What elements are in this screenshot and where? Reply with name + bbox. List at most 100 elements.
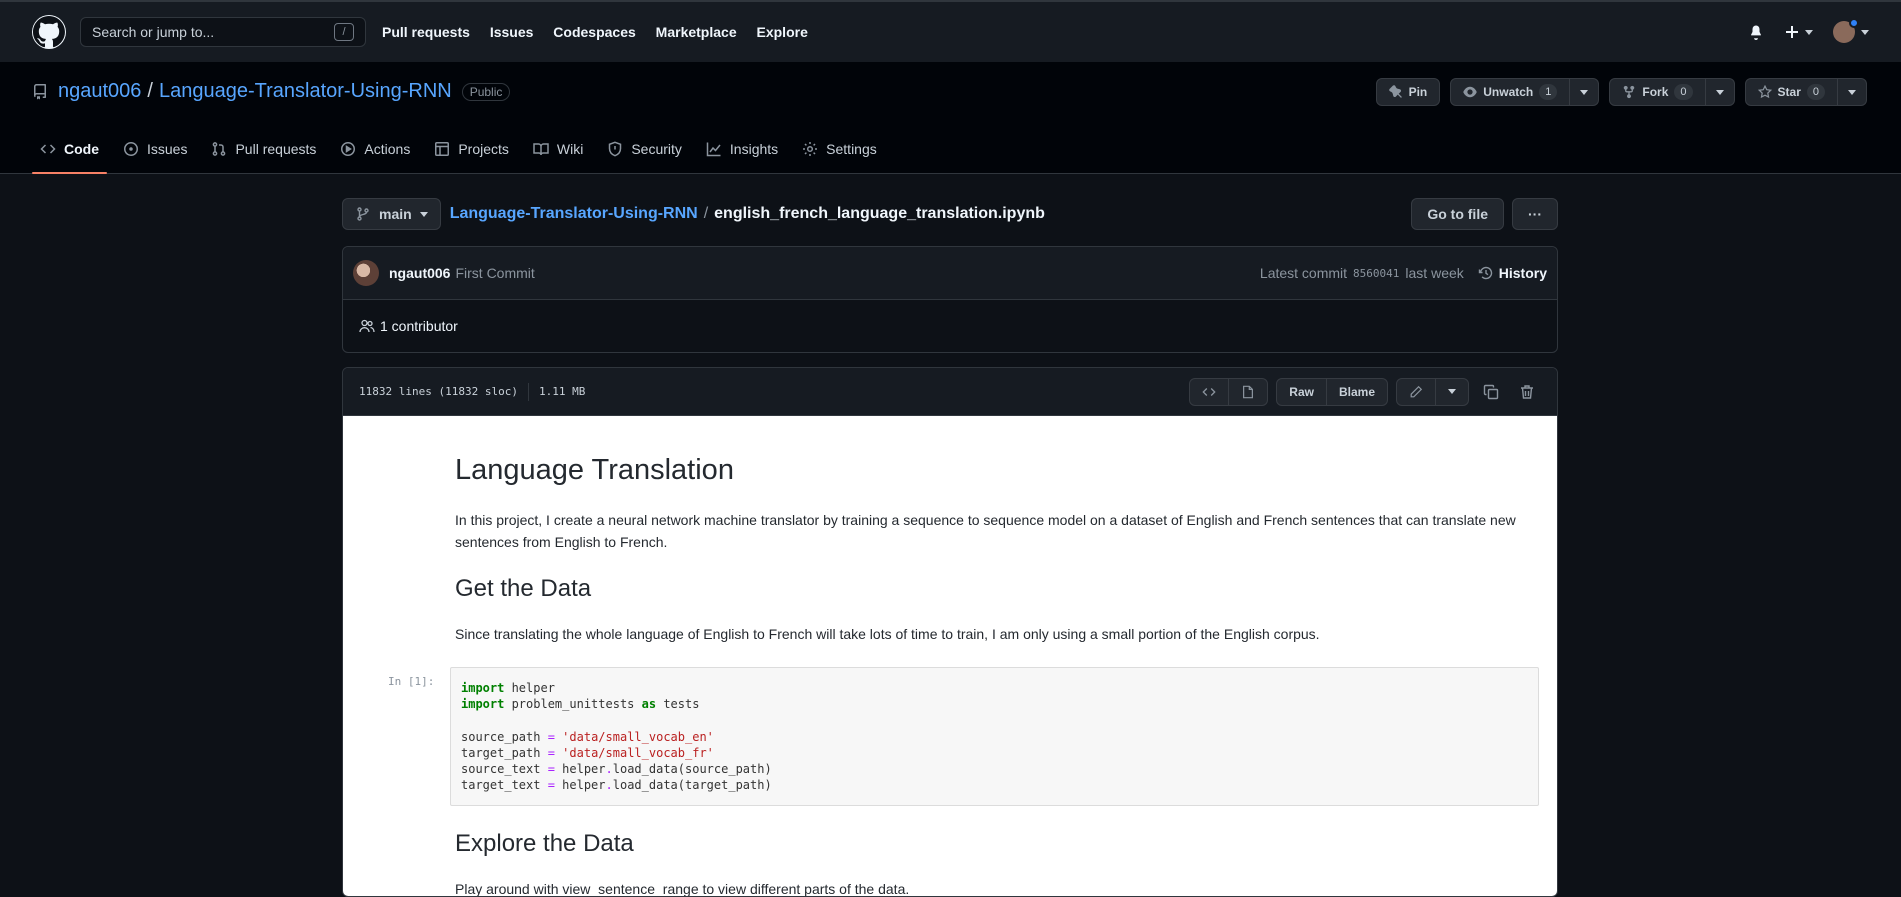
- tab-actions[interactable]: Actions: [332, 125, 418, 173]
- blame-button[interactable]: Blame: [1326, 377, 1388, 406]
- watch-dropdown-button[interactable]: [1570, 78, 1600, 106]
- commit-time: last week: [1405, 265, 1464, 281]
- notebook-content: Language Translation In this project, I …: [388, 454, 1539, 896]
- branch-select-button[interactable]: main: [342, 198, 441, 230]
- star-icon: [1757, 85, 1772, 99]
- tab-issues[interactable]: Issues: [115, 125, 195, 173]
- tab-insights[interactable]: Insights: [698, 125, 786, 173]
- file-icon: [1243, 385, 1254, 398]
- header-actions: [1748, 18, 1869, 43]
- tab-label: Issues: [147, 141, 188, 157]
- tab-label: Code: [64, 141, 99, 157]
- fork-label: Fork: [1642, 85, 1669, 99]
- unwatch-button[interactable]: Unwatch 1: [1450, 78, 1571, 106]
- eye-icon: [1463, 86, 1477, 98]
- edit-dropdown-button[interactable]: [1436, 377, 1469, 406]
- breadcrumb: Language-Translator-Using-RNN / english_…: [450, 205, 1045, 223]
- latest-commit-label: Latest commit: [1259, 265, 1348, 281]
- breadcrumb-file-name: english_french_language_translation.ipyn…: [714, 205, 1045, 222]
- search-input[interactable]: Search or jump to... /: [80, 17, 366, 47]
- code-cell: In [1]: import helper import problem_uni…: [388, 667, 1539, 807]
- avatar[interactable]: [353, 260, 379, 286]
- chevron-down-icon: [1805, 29, 1813, 35]
- repo-icon: [32, 83, 48, 100]
- github-logo-icon[interactable]: [32, 15, 66, 49]
- chevron-down-icon: [1448, 389, 1456, 394]
- tab-settings[interactable]: Settings: [794, 125, 885, 173]
- repo-header: ngaut006 / Language-Translator-Using-RNN…: [0, 62, 1901, 174]
- fork-button[interactable]: Fork 0: [1609, 78, 1706, 106]
- gear-icon: [802, 141, 818, 157]
- bell-icon[interactable]: [1748, 24, 1764, 40]
- tab-label: Insights: [729, 141, 779, 157]
- repo-tabs: Code Issues Pull requests Actions Projec…: [32, 125, 893, 174]
- search-placeholder: Search or jump to...: [92, 24, 215, 40]
- chevron-down-icon: [1861, 29, 1869, 35]
- nav-pull-requests[interactable]: Pull requests: [382, 24, 470, 40]
- tab-security[interactable]: Security: [599, 125, 690, 173]
- code-icon: [1202, 387, 1216, 396]
- star-dropdown-button[interactable]: [1838, 78, 1867, 106]
- commit-meta: Latest commit 8560041 last week History: [1260, 265, 1547, 281]
- contributors-row[interactable]: 1 contributor: [343, 300, 1557, 352]
- branch-icon: [357, 207, 369, 221]
- go-to-file-button[interactable]: Go to file: [1411, 198, 1504, 230]
- pencil-icon: [1410, 385, 1423, 397]
- file-info: 11832 lines (11832 sloc) 1.11 MB: [359, 382, 586, 401]
- repo-actions: Pin Unwatch 1 Fork 0 Star 0: [1375, 78, 1867, 106]
- global-header: Search or jump to... / Pull requests Iss…: [0, 0, 1901, 62]
- breadcrumb-repo-link[interactable]: Language-Translator-Using-RNN: [450, 205, 698, 223]
- create-new-plus-icon[interactable]: [1784, 24, 1813, 40]
- file-view: main Language-Translator-Using-RNN / eng…: [342, 198, 1558, 897]
- issue-icon: [123, 141, 139, 157]
- repo-name-link[interactable]: Language-Translator-Using-RNN: [159, 80, 452, 103]
- cell-prompt: In [1]:: [388, 675, 435, 688]
- commit-author-link[interactable]: ngaut006: [389, 265, 450, 281]
- tab-wiki[interactable]: Wiki: [525, 125, 591, 173]
- raw-button[interactable]: Raw: [1276, 377, 1327, 406]
- more-options-button[interactable]: ···: [1512, 198, 1558, 230]
- file-header: 11832 lines (11832 sloc) 1.11 MB Raw Bla…: [343, 368, 1557, 416]
- commit-message-link[interactable]: First Commit: [455, 265, 534, 281]
- divider: [527, 382, 529, 401]
- cell-input: import helper import problem_unittests a…: [450, 667, 1539, 807]
- section-heading-explore: Explore the Data: [455, 830, 634, 858]
- nav-marketplace[interactable]: Marketplace: [656, 24, 737, 40]
- history-button[interactable]: History: [1478, 265, 1547, 281]
- star-count: 0: [1806, 84, 1825, 100]
- nav-issues[interactable]: Issues: [490, 24, 534, 40]
- tab-code[interactable]: Code: [32, 125, 107, 174]
- file-navigation: main Language-Translator-Using-RNN / eng…: [342, 198, 1558, 230]
- nav-codespaces[interactable]: Codespaces: [553, 24, 635, 40]
- fork-button-group: Fork 0: [1609, 78, 1735, 106]
- tab-projects[interactable]: Projects: [426, 125, 517, 173]
- copy-icon[interactable]: [1477, 384, 1505, 400]
- tab-label: Settings: [826, 141, 877, 157]
- trash-icon[interactable]: [1513, 384, 1541, 400]
- rendered-view-button[interactable]: [1229, 377, 1269, 406]
- latest-commit-row: ngaut006 First Commit Latest commit 8560…: [343, 247, 1557, 300]
- star-button[interactable]: Star 0: [1744, 78, 1838, 106]
- visibility-badge: Public: [461, 82, 511, 101]
- chevron-down-icon: [1580, 89, 1589, 95]
- tab-label: Security: [631, 141, 682, 157]
- chevron-down-icon: [419, 211, 428, 217]
- user-menu[interactable]: [1833, 18, 1869, 43]
- nav-explore[interactable]: Explore: [757, 24, 808, 40]
- pin-label: Pin: [1408, 85, 1428, 99]
- fork-dropdown-button[interactable]: [1705, 78, 1735, 106]
- star-label: Star: [1777, 85, 1801, 99]
- source-view-button[interactable]: [1189, 377, 1230, 406]
- graph-icon: [706, 141, 722, 157]
- tab-pull-requests[interactable]: Pull requests: [203, 125, 324, 173]
- breadcrumb-separator: /: [703, 205, 709, 222]
- pin-button[interactable]: Pin: [1375, 78, 1441, 106]
- star-button-group: Star 0: [1744, 78, 1867, 106]
- raw-blame-group: Raw Blame: [1276, 377, 1388, 406]
- chevron-down-icon: [1848, 89, 1856, 95]
- file-size: 1.11 MB: [538, 385, 586, 398]
- repo-owner-link[interactable]: ngaut006: [58, 80, 141, 103]
- commit-sha-link[interactable]: 8560041: [1353, 267, 1399, 280]
- edit-button[interactable]: [1396, 377, 1436, 406]
- file-box: 11832 lines (11832 sloc) 1.11 MB Raw Bla…: [342, 367, 1558, 897]
